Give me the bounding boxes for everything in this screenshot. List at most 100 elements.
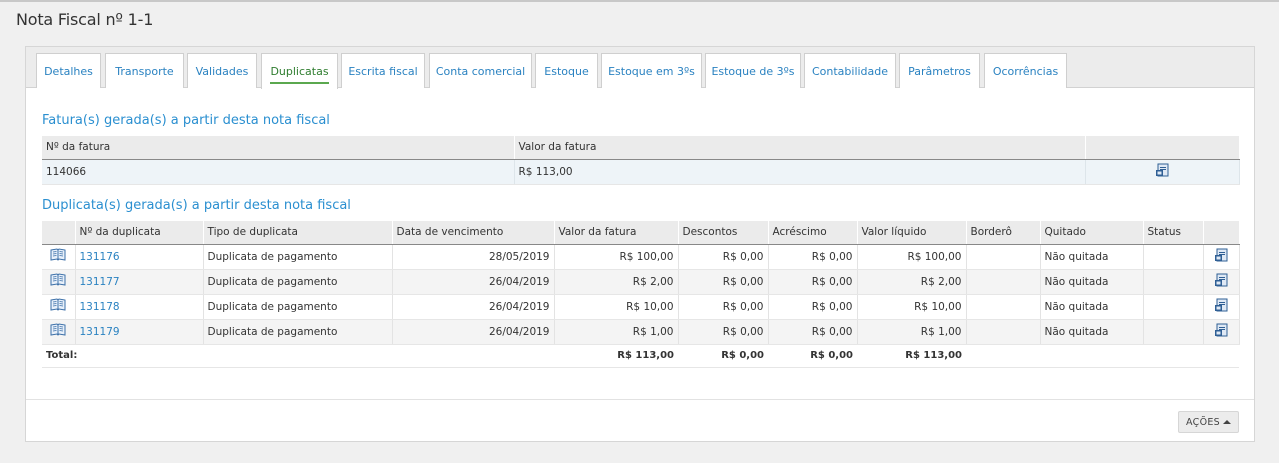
duplicata-vencimento: 28/05/2019 bbox=[392, 244, 555, 270]
fatura-valor: R$ 113,00 bbox=[514, 159, 1086, 185]
duplicata-numero[interactable]: 131178 bbox=[75, 294, 204, 320]
duplicata-valor: R$ 10,00 bbox=[554, 294, 679, 320]
col-header-descontos: Descontos bbox=[678, 221, 769, 245]
table-row: 131179 Duplicata de pagamento 26/04/2019… bbox=[42, 319, 1240, 345]
top-border bbox=[0, 0, 1279, 2]
book-icon[interactable] bbox=[42, 294, 76, 320]
duplicata-descontos: R$ 0,00 bbox=[678, 269, 769, 295]
duplicata-liquido: R$ 1,00 bbox=[857, 319, 967, 345]
duplicata-numero[interactable]: 131177 bbox=[75, 269, 204, 295]
duplicata-valor: R$ 100,00 bbox=[554, 244, 679, 270]
col-header-numero-duplicata: Nº da duplicata bbox=[75, 221, 204, 245]
col-header-acrescimo: Acréscimo bbox=[768, 221, 858, 245]
page-title: Nota Fiscal nº 1-1 bbox=[16, 10, 154, 29]
duplicatas-table: Nº da duplicata Tipo de duplicata Data d… bbox=[42, 221, 1240, 368]
caret-up-icon bbox=[1222, 420, 1231, 424]
tab-validades[interactable]: Validades bbox=[187, 53, 257, 88]
footer-divider bbox=[26, 399, 1254, 400]
duplicata-numero[interactable]: 131179 bbox=[75, 319, 204, 345]
tab-escrita-fiscal[interactable]: Escrita fiscal bbox=[341, 53, 425, 88]
col-header-fatura-actions bbox=[1085, 136, 1240, 160]
duplicatas-section-title: Duplicata(s) gerada(s) a partir desta no… bbox=[42, 198, 351, 213]
tab-conta-comercial[interactable]: Conta comercial bbox=[429, 53, 532, 88]
duplicata-acrescimo: R$ 0,00 bbox=[768, 269, 858, 295]
total-row: Total: R$ 113,00 R$ 0,00 R$ 0,00 R$ 113,… bbox=[42, 344, 1239, 368]
acoes-label: AÇÕES bbox=[1186, 416, 1220, 428]
table-row: 131178 Duplicata de pagamento 26/04/2019… bbox=[42, 294, 1240, 320]
duplicata-acrescimo: R$ 0,00 bbox=[768, 319, 858, 345]
duplicata-valor: R$ 2,00 bbox=[554, 269, 679, 295]
col-header-bordero: Borderô bbox=[966, 221, 1041, 245]
col-header-valor-fatura: Valor da fatura bbox=[514, 136, 1086, 160]
duplicata-bordero bbox=[966, 294, 1041, 320]
faturas-section-title: Fatura(s) gerada(s) a partir desta nota … bbox=[42, 113, 330, 128]
duplicata-status bbox=[1143, 319, 1204, 345]
tab-estoque[interactable]: Estoque bbox=[535, 53, 598, 88]
book-icon[interactable] bbox=[42, 244, 76, 270]
duplicata-numero[interactable]: 131176 bbox=[75, 244, 204, 270]
duplicata-status bbox=[1143, 294, 1204, 320]
duplicata-valor: R$ 1,00 bbox=[554, 319, 679, 345]
table-row: 131176 Duplicata de pagamento 28/05/2019… bbox=[42, 244, 1240, 270]
duplicata-tipo: Duplicata de pagamento bbox=[203, 269, 393, 295]
duplicata-quitado: Não quitada bbox=[1040, 319, 1144, 345]
col-header-status: Status bbox=[1143, 221, 1204, 245]
duplicata-vencimento: 26/04/2019 bbox=[392, 294, 555, 320]
duplicata-quitado: Não quitada bbox=[1040, 244, 1144, 270]
print-document-icon[interactable] bbox=[1203, 244, 1240, 270]
tab-estoque-em-3os[interactable]: Estoque em 3ºs bbox=[601, 53, 702, 88]
total-liquido: R$ 113,00 bbox=[857, 344, 966, 368]
tab-transporte[interactable]: Transporte bbox=[105, 53, 184, 88]
duplicata-vencimento: 26/04/2019 bbox=[392, 319, 555, 345]
total-valor: R$ 113,00 bbox=[554, 344, 678, 368]
duplicata-acrescimo: R$ 0,00 bbox=[768, 294, 858, 320]
duplicata-status bbox=[1143, 269, 1204, 295]
total-label: Total: bbox=[42, 344, 554, 368]
duplicata-status bbox=[1143, 244, 1204, 270]
col-header-vencimento: Data de vencimento bbox=[392, 221, 555, 245]
book-icon[interactable] bbox=[42, 319, 76, 345]
print-document-icon[interactable] bbox=[1203, 294, 1240, 320]
duplicata-bordero bbox=[966, 319, 1041, 345]
faturas-table: Nº da fatura Valor da fatura 114066 R$ 1… bbox=[42, 136, 1240, 185]
duplicata-tipo: Duplicata de pagamento bbox=[203, 294, 393, 320]
duplicata-liquido: R$ 10,00 bbox=[857, 294, 967, 320]
tab-parametros[interactable]: Parâmetros bbox=[899, 53, 980, 88]
duplicata-bordero bbox=[966, 244, 1041, 270]
duplicata-bordero bbox=[966, 269, 1041, 295]
tab-detalhes[interactable]: Detalhes bbox=[36, 53, 101, 88]
duplicata-descontos: R$ 0,00 bbox=[678, 244, 769, 270]
print-document-icon[interactable] bbox=[1203, 269, 1240, 295]
col-header-actions bbox=[1203, 221, 1240, 245]
duplicata-descontos: R$ 0,00 bbox=[678, 319, 769, 345]
col-header-liquido: Valor líquido bbox=[857, 221, 967, 245]
tab-bar: Detalhes Transporte Validades Duplicatas… bbox=[26, 47, 1254, 89]
tab-estoque-de-3os[interactable]: Estoque de 3ºs bbox=[705, 53, 801, 88]
duplicata-liquido: R$ 2,00 bbox=[857, 269, 967, 295]
duplicata-tipo: Duplicata de pagamento bbox=[203, 319, 393, 345]
duplicata-quitado: Não quitada bbox=[1040, 269, 1144, 295]
total-descontos: R$ 0,00 bbox=[678, 344, 768, 368]
tab-ocorrencias[interactable]: Ocorrências bbox=[984, 53, 1067, 88]
col-header-valor: Valor da fatura bbox=[554, 221, 679, 245]
print-document-icon[interactable] bbox=[1155, 163, 1170, 181]
total-acrescimo: R$ 0,00 bbox=[768, 344, 857, 368]
table-row: 114066 R$ 113,00 bbox=[42, 159, 1240, 185]
duplicata-quitado: Não quitada bbox=[1040, 294, 1144, 320]
content-card: Detalhes Transporte Validades Duplicatas… bbox=[25, 46, 1255, 442]
tab-duplicatas[interactable]: Duplicatas bbox=[261, 53, 338, 89]
tab-contabilidade[interactable]: Contabilidade bbox=[804, 53, 896, 88]
col-header-numero-fatura: Nº da fatura bbox=[42, 136, 515, 160]
duplicata-tipo: Duplicata de pagamento bbox=[203, 244, 393, 270]
col-header-icon bbox=[42, 221, 76, 245]
book-icon[interactable] bbox=[42, 269, 76, 295]
duplicata-descontos: R$ 0,00 bbox=[678, 294, 769, 320]
col-header-quitado: Quitado bbox=[1040, 221, 1144, 245]
col-header-tipo: Tipo de duplicata bbox=[203, 221, 393, 245]
table-row: 131177 Duplicata de pagamento 26/04/2019… bbox=[42, 269, 1240, 295]
total-empty bbox=[966, 344, 1239, 368]
print-document-icon[interactable] bbox=[1203, 319, 1240, 345]
acoes-button[interactable]: AÇÕES bbox=[1178, 411, 1239, 433]
duplicata-acrescimo: R$ 0,00 bbox=[768, 244, 858, 270]
duplicata-vencimento: 26/04/2019 bbox=[392, 269, 555, 295]
